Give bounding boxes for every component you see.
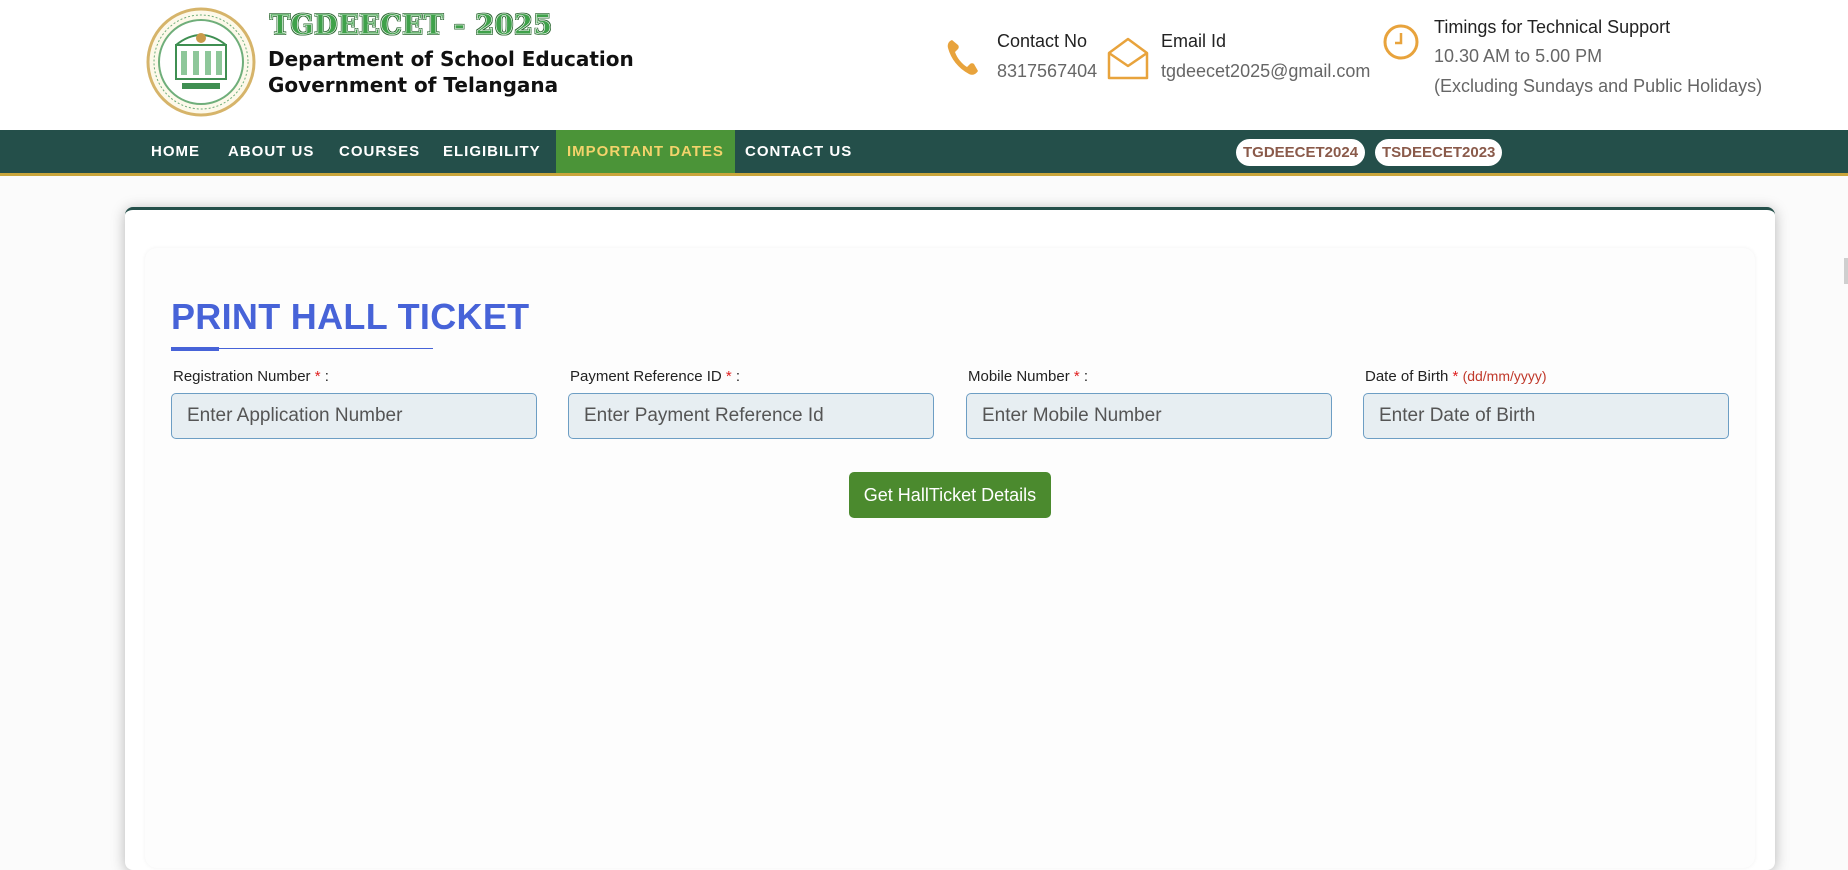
email-address[interactable]: tgdeecet2025@gmail.com (1161, 61, 1370, 82)
get-hallticket-details-button[interactable]: Get HallTicket Details (849, 472, 1051, 518)
timings-exclusions: (Excluding Sundays and Public Holidays) (1434, 76, 1763, 96)
contact-number[interactable]: 8317567404 (997, 61, 1097, 82)
nav-courses[interactable]: COURSES (328, 130, 431, 173)
mobile-number-label-text: Mobile Number (968, 368, 1070, 385)
page-title: PRINT HALL TICKET (171, 296, 530, 337)
email-label: Email Id (1161, 31, 1227, 51)
timings-hours: 10.30 AM to 5.00 PM (1434, 46, 1603, 66)
registration-number-label: Registration Number * : (173, 368, 329, 385)
clock-icon (1383, 24, 1419, 60)
hall-ticket-form: PRINT HALL TICKET Registration Number * … (145, 248, 1755, 868)
government-name: Government of Telangana (268, 73, 559, 97)
main-nav: HOME ABOUT US COURSES ELIGIBILITY IMPORT… (0, 130, 1848, 176)
link-tgdeecet2024[interactable]: TGDEECET2024 (1236, 139, 1366, 166)
site-header: TGDEECET - 2025 Department of School Edu… (0, 0, 1848, 130)
scrollbar-thumb[interactable] (1844, 258, 1848, 284)
department-name: Department of School Education (268, 47, 634, 71)
payment-reference-input[interactable] (568, 393, 934, 439)
timings-label: Timings for Technical Support (1434, 17, 1671, 37)
nav-eligibility[interactable]: ELIGIBILITY (432, 130, 552, 173)
payment-reference-label-text: Payment Reference ID (570, 368, 722, 385)
payment-reference-label: Payment Reference ID * : (570, 368, 740, 385)
registration-number-label-text: Registration Number (173, 368, 311, 385)
date-of-birth-label-text: Date of Birth (1365, 368, 1449, 385)
phone-icon (947, 40, 978, 75)
brand-title: TGDEECET - 2025 (270, 10, 553, 42)
nav-home[interactable]: HOME (140, 130, 211, 173)
telangana-emblem-logo[interactable] (146, 7, 256, 117)
nav-contact-us[interactable]: CONTACT US (734, 130, 863, 173)
nav-about-us[interactable]: ABOUT US (217, 130, 325, 173)
title-underline-accent (171, 347, 219, 351)
date-of-birth-input[interactable] (1363, 393, 1729, 439)
date-of-birth-label: Date of Birth * (dd/mm/yyyy) (1365, 368, 1547, 385)
mobile-number-input[interactable] (966, 393, 1332, 439)
label-colon: : (731, 368, 741, 385)
envelope-icon (1107, 37, 1149, 80)
required-marker: * (1452, 368, 1459, 385)
registration-number-input[interactable] (171, 393, 537, 439)
label-colon: : (1079, 368, 1089, 385)
mobile-number-label: Mobile Number * : (968, 368, 1088, 385)
link-tsdeecet2023[interactable]: TSDEECET2023 (1375, 139, 1503, 166)
contact-label: Contact No (997, 31, 1088, 51)
label-colon: : (320, 368, 329, 385)
date-format-hint: (dd/mm/yyyy) (1462, 368, 1547, 384)
content-card: PRINT HALL TICKET Registration Number * … (125, 207, 1775, 870)
nav-important-dates[interactable]: IMPORTANT DATES (556, 130, 735, 173)
